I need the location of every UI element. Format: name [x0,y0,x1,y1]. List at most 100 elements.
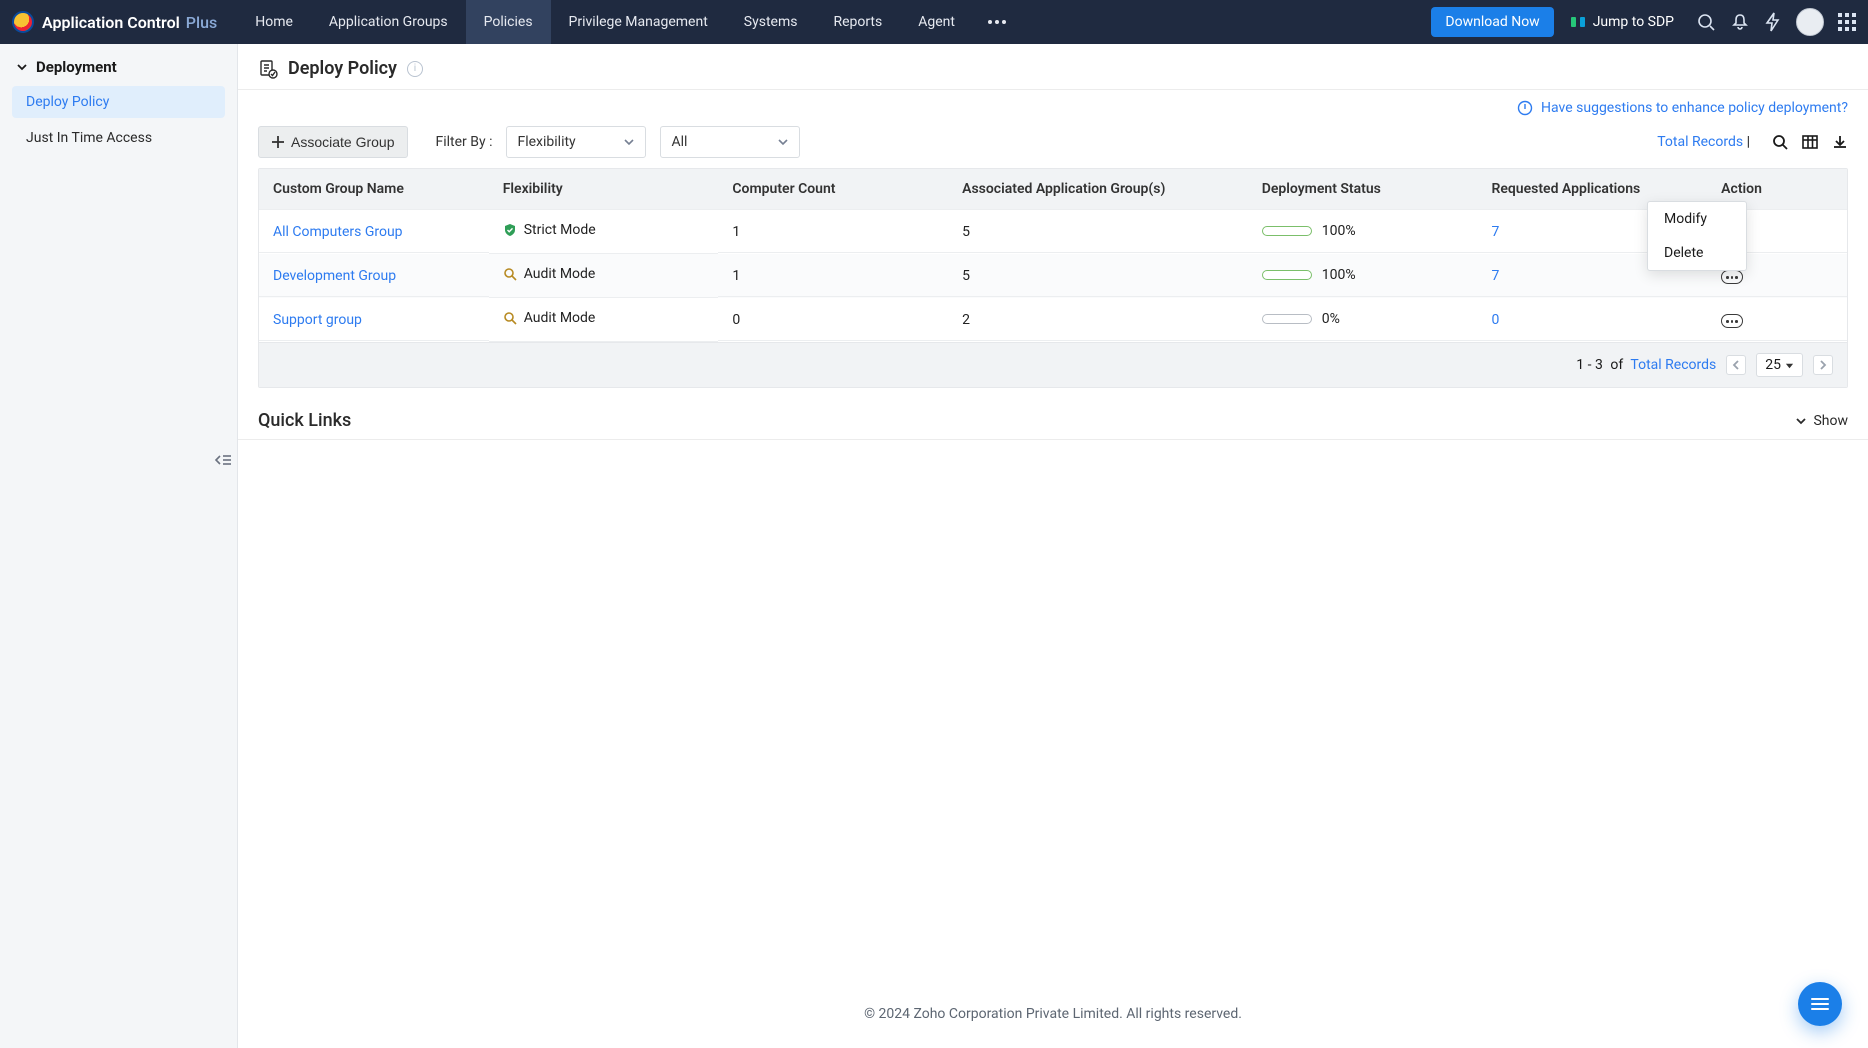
nav-application-groups[interactable]: Application Groups [311,0,466,44]
group-name-link[interactable]: Development Group [273,268,396,284]
nav-privilege-management[interactable]: Privilege Management [551,0,726,44]
table-search-icon[interactable] [1772,134,1788,150]
next-page-button[interactable] [1813,355,1833,375]
page-title: Deploy Policy [288,58,397,79]
computer-count: 1 [718,212,948,253]
deploy-progress-bar [1262,226,1312,236]
brand-logo-icon [12,11,34,33]
prev-page-button[interactable] [1726,355,1746,375]
sidebar: Deployment Deploy Policy Just In Time Ac… [0,44,238,1048]
shield-icon [503,223,517,237]
deploy-progress-label: 0% [1322,311,1340,327]
requested-apps-link[interactable]: 7 [1491,268,1499,284]
sidebar-collapse-button[interactable] [209,446,237,474]
table-footer: 1 - 3 of Total Records 25 [259,342,1847,387]
total-records-link[interactable]: Total Records [1657,134,1743,150]
associate-group-label: Associate Group [291,134,395,150]
table-row: Development Group Audit Mode 15 100% 7 [259,254,1847,298]
main-nav: Home Application Groups Policies Privile… [237,0,1021,44]
group-name-link[interactable]: Support group [273,312,362,328]
sidebar-item-jit-access[interactable]: Just In Time Access [12,122,225,154]
apps-grid-icon[interactable] [1838,13,1856,31]
deploy-progress-bar [1262,270,1312,280]
table-row: Support groupAudit Mode020%0 [259,298,1847,342]
chevron-down-icon [1795,415,1807,427]
th-assoc-groups[interactable]: Associated Application Group(s) [948,169,1248,210]
th-group-name[interactable]: Custom Group Name [259,169,489,210]
chevron-down-icon [777,136,789,148]
menu-lines-icon [1811,995,1829,1013]
notifications-icon[interactable] [1730,12,1750,32]
filter-value-text: All [671,134,687,150]
computer-count: 0 [718,300,948,341]
deploy-progress-bar [1262,314,1312,324]
sidebar-group-title: Deployment [36,58,117,76]
user-avatar[interactable] [1796,8,1824,36]
assoc-group-count: 5 [948,256,1248,297]
plus-icon [271,135,285,149]
help-fab-button[interactable] [1798,982,1842,1026]
page-size-select[interactable]: 25 [1756,353,1803,377]
quick-links-toggle[interactable]: Show [1795,413,1848,429]
magnifier-icon [503,267,517,281]
quick-links-toggle-label: Show [1813,413,1848,429]
deploy-progress-label: 100% [1322,267,1356,283]
jump-to-sdp-button[interactable]: Jump to SDP [1554,14,1690,30]
sdp-icon [1570,14,1586,30]
th-computer-count[interactable]: Computer Count [718,169,948,210]
row-actions-button[interactable] [1721,314,1743,328]
group-name-link[interactable]: All Computers Group [273,224,403,240]
nav-agent[interactable]: Agent [900,0,973,44]
brand-suffix: Plus [186,13,217,32]
flexibility-mode: Audit Mode [524,266,596,282]
page-range: 1 - 3 of Total Records [1576,357,1716,373]
jump-to-sdp-label: Jump to SDP [1593,14,1674,30]
page-info-icon[interactable]: i [407,61,423,77]
suggestion-link[interactable]: Have suggestions to enhance policy deplo… [1517,100,1848,116]
th-deploy-status[interactable]: Deployment Status [1248,169,1478,210]
toolbar: Associate Group Filter By : Flexibility … [238,116,1868,168]
filter-value-select[interactable]: All [660,126,800,158]
global-search-icon[interactable] [1696,12,1716,32]
requested-apps-link[interactable]: 0 [1491,312,1499,328]
requested-apps-link[interactable]: 7 [1491,224,1499,240]
computer-count: 1 [718,256,948,297]
filter-field-value: Flexibility [517,134,575,150]
footer-total-records-link[interactable]: Total Records [1630,357,1716,373]
total-records-sep: | [1747,134,1750,150]
flexibility-mode: Audit Mode [524,310,596,326]
download-now-button[interactable]: Download Now [1431,7,1553,37]
nav-reports[interactable]: Reports [815,0,900,44]
quick-actions-icon[interactable] [1764,12,1782,32]
row-context-menu: Modify Delete [1647,201,1747,271]
policy-table: Custom Group Name Flexibility Computer C… [258,168,1848,388]
ctx-modify[interactable]: Modify [1648,202,1746,236]
nav-home[interactable]: Home [237,0,311,44]
nav-more-icon[interactable] [973,0,1021,44]
flexibility-mode: Strict Mode [524,222,596,238]
suggestion-text: Have suggestions to enhance policy deplo… [1541,100,1848,116]
page-header: Deploy Policy i [238,44,1868,90]
ctx-delete[interactable]: Delete [1648,236,1746,270]
row-actions-button[interactable] [1721,270,1743,284]
export-icon[interactable] [1832,134,1848,150]
column-settings-icon[interactable] [1802,134,1818,150]
table-header: Custom Group Name Flexibility Computer C… [259,169,1847,210]
quick-links-section: Quick Links Show [238,388,1868,440]
th-flexibility[interactable]: Flexibility [489,169,719,210]
sidebar-item-deploy-policy[interactable]: Deploy Policy [12,86,225,118]
nav-systems[interactable]: Systems [726,0,816,44]
associate-group-button[interactable]: Associate Group [258,126,408,158]
sidebar-group-deployment[interactable]: Deployment [0,44,237,86]
assoc-group-count: 2 [948,300,1248,341]
filter-field-select[interactable]: Flexibility [506,126,646,158]
chevron-down-icon [623,136,635,148]
page-range-of: of [1610,357,1623,373]
nav-policies[interactable]: Policies [466,0,551,44]
suggestion-icon [1517,100,1533,116]
brand[interactable]: Application Control Plus [12,11,237,33]
deploy-policy-icon [258,59,278,79]
brand-name: Application Control [42,13,180,32]
filter-by-label: Filter By : [436,134,493,150]
quick-links-title: Quick Links [258,410,351,431]
